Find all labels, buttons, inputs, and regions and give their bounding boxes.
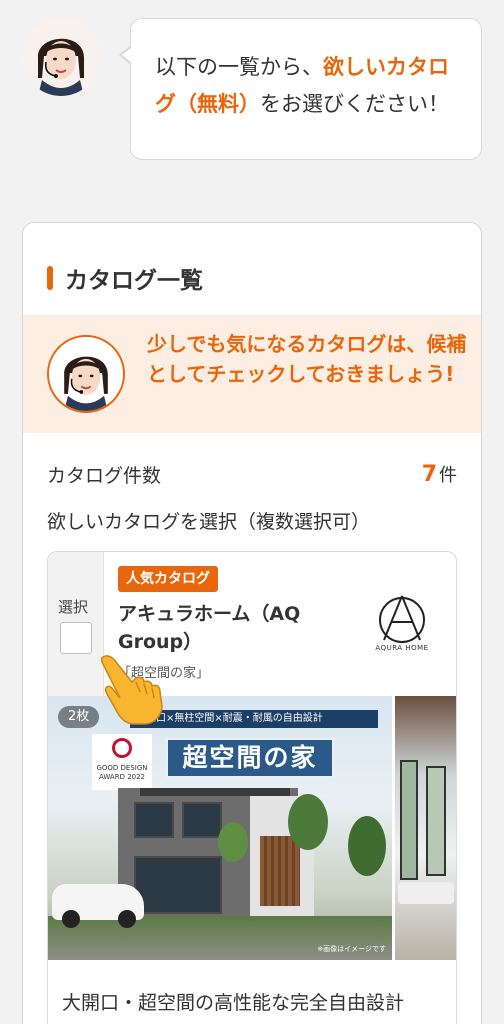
catalog-list-title: カタログ一覧 [65,268,203,294]
select-checkbox[interactable] [60,622,92,654]
good-design-mark-icon [112,738,132,758]
interior-window [426,766,446,876]
good-design-award-badge: GOOD DESIGN AWARD 2022 [92,734,152,790]
page: 以下の一覧から、欲しいカタログ（無料）をお選びください！ カタログ一覧 少しでも… [0,0,504,1024]
house-window [134,802,174,838]
catalog-item-description: 大開口・超空間の高性能な完全自由設計 [62,992,405,1014]
catalog-count-label: カタログ件数 [47,464,162,487]
section-title: カタログ一覧 [47,263,203,294]
intro-message-text-end: をお選びください！ [260,92,449,116]
operator-avatar-icon [22,18,100,96]
brand-logo-text: AQURA HOME [375,644,429,652]
catalog-count: 7 件 [422,461,457,487]
catalog-count-number: 7 [421,462,437,487]
tree [288,794,328,850]
photo-count-badge: 2枚 [58,706,100,728]
catalog-count-row: カタログ件数 7 件 [47,459,457,489]
intro-section: 以下の一覧から、欲しいカタログ（無料）をお選びください！ [20,14,482,164]
tree [218,822,248,862]
intro-message-text: 以下の一覧から、 [155,55,323,79]
operator-avatar-icon [47,335,125,413]
title-accent-bar [47,266,53,290]
interior-window [400,760,418,880]
car-wheel [62,910,80,928]
car-wheel [118,910,136,928]
house-roof [140,788,290,796]
photo-note: ※画像はイメージです [317,945,386,953]
catalog-count-unit: 件 [439,465,457,486]
photo-title: 超空間の家 [166,738,334,778]
tree [348,816,386,876]
select-instruction: 欲しいカタログを選択（複数選択可） [47,511,371,533]
pointing-hand-icon [100,655,163,725]
tip-text: 少しでも気になるカタログは、候補としてチェックしておきましょう! [147,332,467,386]
intro-message-bubble: 以下の一覧から、欲しいカタログ（無料）をお選びください！ [119,18,482,160]
house-window [182,802,222,838]
house-window [134,856,222,914]
catalog-photo[interactable]: 大開口×無柱空間×耐震・耐風の自由設計 GOOD DESIGN AWARD 20… [48,696,456,960]
sofa [398,882,454,904]
select-label: 選択 [58,598,89,616]
tip-banner: 少しでも気になるカタログは、候補としてチェックしておきましょう! [23,315,481,433]
popular-badge: 人気カタログ [118,566,218,592]
house-wood-panel [260,836,300,906]
award-text: GOOD DESIGN AWARD 2022 [96,764,148,781]
catalog-item[interactable]: 選択 人気カタログ アキュラホーム（AQ Group） 「超空間の家」 AQUR… [47,551,457,1024]
catalog-list-card: カタログ一覧 少しでも気になるカタログは、候補としてチェックしておきましょう! [22,222,482,1024]
